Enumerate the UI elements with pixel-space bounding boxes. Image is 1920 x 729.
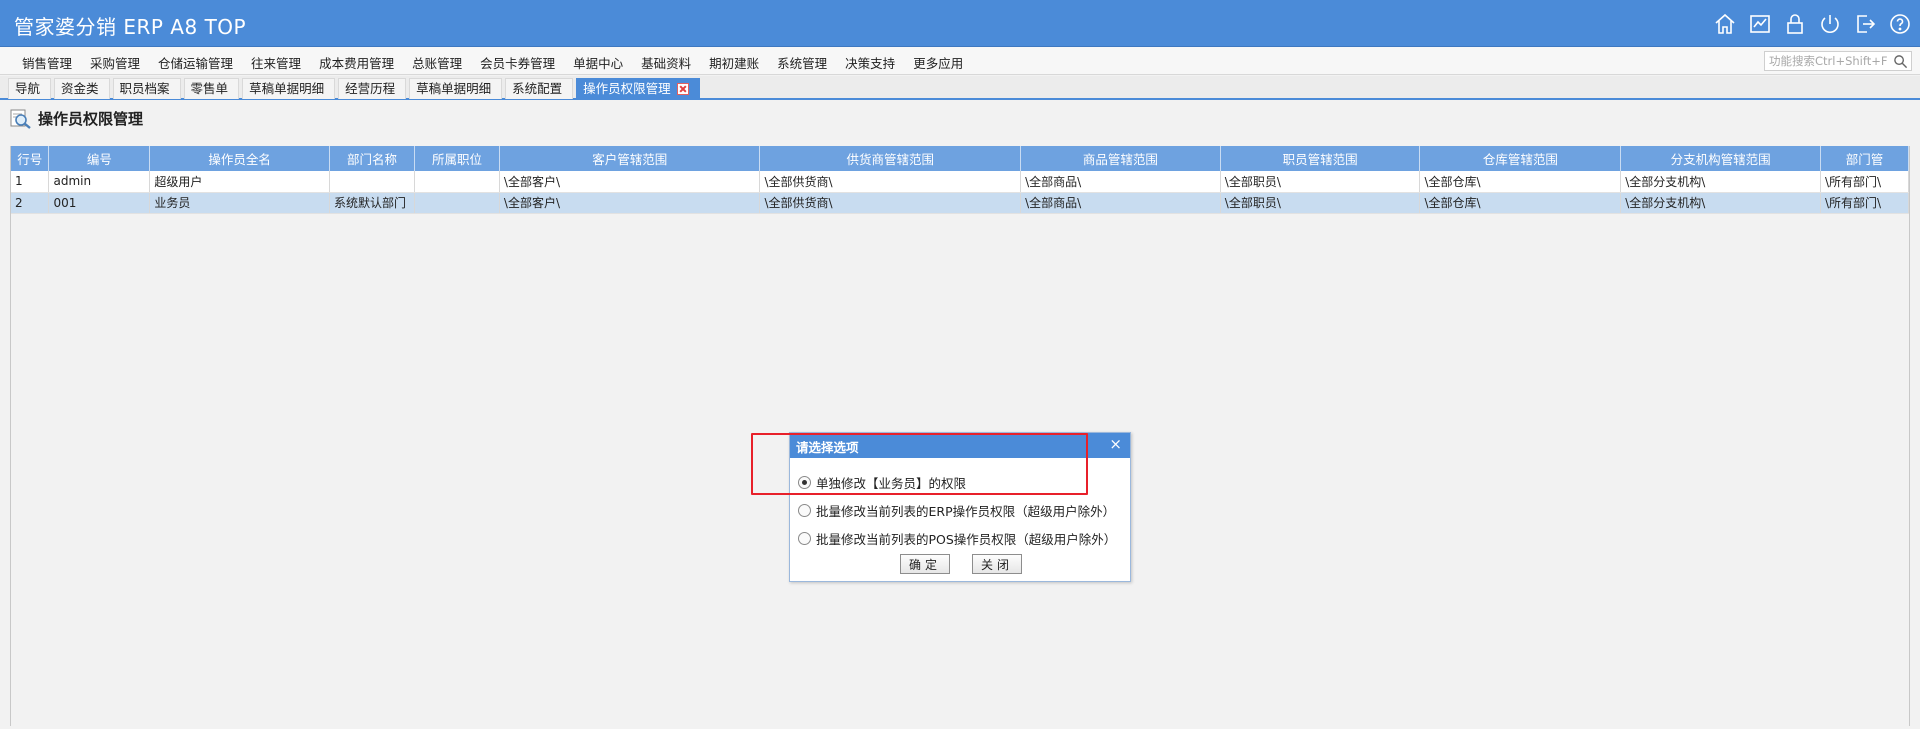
- menu-item-purchase[interactable]: 采购管理: [81, 53, 149, 72]
- menu-item-opening[interactable]: 期初建账: [700, 53, 768, 72]
- lock-icon[interactable]: [1783, 12, 1807, 36]
- main-menu: 销售管理 采购管理 仓储运输管理 往来管理 成本费用管理 总账管理 会员卡券管理…: [14, 53, 972, 72]
- home-icon[interactable]: [1713, 12, 1737, 36]
- tab-retail-order[interactable]: 零售单: [183, 78, 240, 99]
- menu-item-system[interactable]: 系统管理: [768, 53, 836, 72]
- column-header[interactable]: 供货商管辖范围: [759, 146, 1022, 171]
- menu-item-decision[interactable]: 决策支持: [836, 53, 904, 72]
- table-cell: \全部职员\: [1220, 192, 1421, 214]
- option-batch-pos[interactable]: 批量修改当前列表的POS操作员权限（超级用户除外）: [798, 524, 1130, 552]
- tab-operator-permissions-label: 操作员权限管理: [583, 81, 671, 96]
- operator-table: 行号 编号 操作员全名 部门名称 所属职位 客户管辖范围 供货商管辖范围 商品管…: [11, 146, 1909, 214]
- table-cell: \所有部门\: [1820, 192, 1909, 214]
- close-icon[interactable]: [676, 83, 689, 95]
- function-search-input[interactable]: [1765, 52, 1887, 70]
- magnifier-document-icon: [10, 109, 31, 129]
- help-icon[interactable]: [1888, 12, 1912, 36]
- menu-item-member-card[interactable]: 会员卡券管理: [471, 53, 564, 72]
- menu-item-documents[interactable]: 单据中心: [564, 53, 632, 72]
- table-cell: 系统默认部门: [329, 192, 416, 214]
- option-label: 批量修改当前列表的ERP操作员权限（超级用户除外）: [816, 503, 1116, 519]
- table-cell: \全部仓库\: [1419, 171, 1622, 193]
- table-cell: \全部供货商\: [759, 192, 1022, 214]
- table-cell: \全部供货商\: [759, 171, 1022, 193]
- column-header[interactable]: 客户管辖范围: [499, 146, 761, 171]
- table-cell: \全部商品\: [1020, 171, 1221, 193]
- column-header[interactable]: 商品管辖范围: [1020, 146, 1221, 171]
- tabs: 导航 资金类 职员档案 零售单 草稿单据明细 经营历程 草稿单据明细 系统配置 …: [8, 78, 700, 99]
- power-icon[interactable]: [1818, 12, 1842, 36]
- tab-system-config[interactable]: 系统配置: [505, 78, 574, 99]
- table-cell: 超级用户: [149, 171, 331, 193]
- red-highlight-annotation: [751, 433, 1088, 495]
- app-title: 管家婆分销 ERP A8 TOP: [14, 15, 247, 39]
- column-header[interactable]: 职员管辖范围: [1220, 146, 1421, 171]
- column-header[interactable]: 部门名称: [329, 146, 416, 171]
- table-cell: 业务员: [149, 192, 331, 214]
- main-menu-bar: 销售管理 采购管理 仓储运输管理 往来管理 成本费用管理 总账管理 会员卡券管理…: [0, 47, 1920, 75]
- table-cell: \全部客户\: [499, 171, 761, 193]
- menu-item-sales[interactable]: 销售管理: [14, 53, 81, 72]
- table-cell: \全部商品\: [1020, 192, 1221, 214]
- tab-funds[interactable]: 资金类: [54, 78, 110, 99]
- table-cell: [414, 192, 500, 214]
- column-header[interactable]: 所属职位: [414, 146, 500, 171]
- close-icon[interactable]: ×: [1109, 436, 1122, 452]
- radio-button[interactable]: [798, 503, 811, 517]
- menu-item-cost[interactable]: 成本费用管理: [310, 53, 403, 72]
- column-header[interactable]: 操作员全名: [149, 146, 331, 171]
- table-cell: [414, 171, 500, 193]
- table-cell: \全部分支机构\: [1620, 192, 1821, 214]
- table-cell: \全部客户\: [499, 192, 761, 214]
- menu-item-accounts[interactable]: 往来管理: [242, 53, 310, 72]
- column-header[interactable]: 行号: [11, 146, 50, 171]
- page-header: 操作员权限管理: [10, 108, 143, 129]
- close-button[interactable]: 关闭: [972, 554, 1023, 574]
- table-cell: 001: [48, 192, 151, 214]
- table-header-row: 行号 编号 操作员全名 部门名称 所属职位 客户管辖范围 供货商管辖范围 商品管…: [11, 146, 1909, 171]
- app-header: 管家婆分销 ERP A8 TOP: [0, 0, 1920, 47]
- column-header[interactable]: 分支机构管辖范围: [1620, 146, 1821, 171]
- table-cell: 2: [11, 192, 50, 214]
- tab-operator-permissions[interactable]: 操作员权限管理: [576, 78, 700, 99]
- chart-icon[interactable]: [1748, 12, 1772, 36]
- menu-item-warehouse[interactable]: 仓储运输管理: [149, 53, 242, 72]
- ok-button[interactable]: 确定: [899, 554, 950, 574]
- table-cell: \全部仓库\: [1419, 192, 1622, 214]
- column-header[interactable]: 编号: [48, 146, 151, 171]
- option-batch-erp[interactable]: 批量修改当前列表的ERP操作员权限（超级用户除外）: [798, 496, 1130, 524]
- tab-bar: 导航 资金类 职员档案 零售单 草稿单据明细 经营历程 草稿单据明细 系统配置 …: [0, 76, 1920, 100]
- dialog-buttons: 确定 关闭: [790, 554, 1132, 574]
- tab-business-history[interactable]: 经营历程: [338, 78, 407, 99]
- table-cell: \所有部门\: [1820, 171, 1909, 193]
- tab-draft-details-1[interactable]: 草稿单据明细: [242, 78, 336, 99]
- tab-navigation[interactable]: 导航: [8, 78, 52, 99]
- column-header[interactable]: 仓库管辖范围: [1419, 146, 1622, 171]
- menu-item-ledger[interactable]: 总账管理: [403, 53, 471, 72]
- table-cell: admin: [48, 171, 151, 193]
- page-title: 操作员权限管理: [38, 110, 144, 128]
- table-cell: \全部职员\: [1220, 171, 1421, 193]
- column-header[interactable]: 部门管: [1820, 146, 1909, 171]
- table-cell: \全部分支机构\: [1620, 171, 1821, 193]
- exit-icon[interactable]: [1853, 12, 1877, 36]
- function-search: [1764, 51, 1912, 71]
- radio-button[interactable]: [798, 531, 811, 545]
- table-row[interactable]: 1 admin 超级用户 \全部客户\ \全部供货商\ \全部商品\ \全部职员…: [11, 171, 1909, 193]
- table-row-selected[interactable]: 2 001 业务员 系统默认部门 \全部客户\ \全部供货商\ \全部商品\ \…: [11, 192, 1909, 214]
- tab-staff-records[interactable]: 职员档案: [112, 78, 181, 99]
- table-cell: 1: [11, 171, 50, 193]
- search-icon[interactable]: [1893, 54, 1908, 69]
- table-cell: [329, 171, 416, 193]
- menu-item-basic-data[interactable]: 基础资料: [632, 53, 700, 72]
- option-label: 批量修改当前列表的POS操作员权限（超级用户除外）: [816, 531, 1117, 547]
- menu-item-more-apps[interactable]: 更多应用: [904, 53, 972, 72]
- header-toolbar: [1713, 12, 1912, 36]
- tab-draft-details-2[interactable]: 草稿单据明细: [409, 78, 503, 99]
